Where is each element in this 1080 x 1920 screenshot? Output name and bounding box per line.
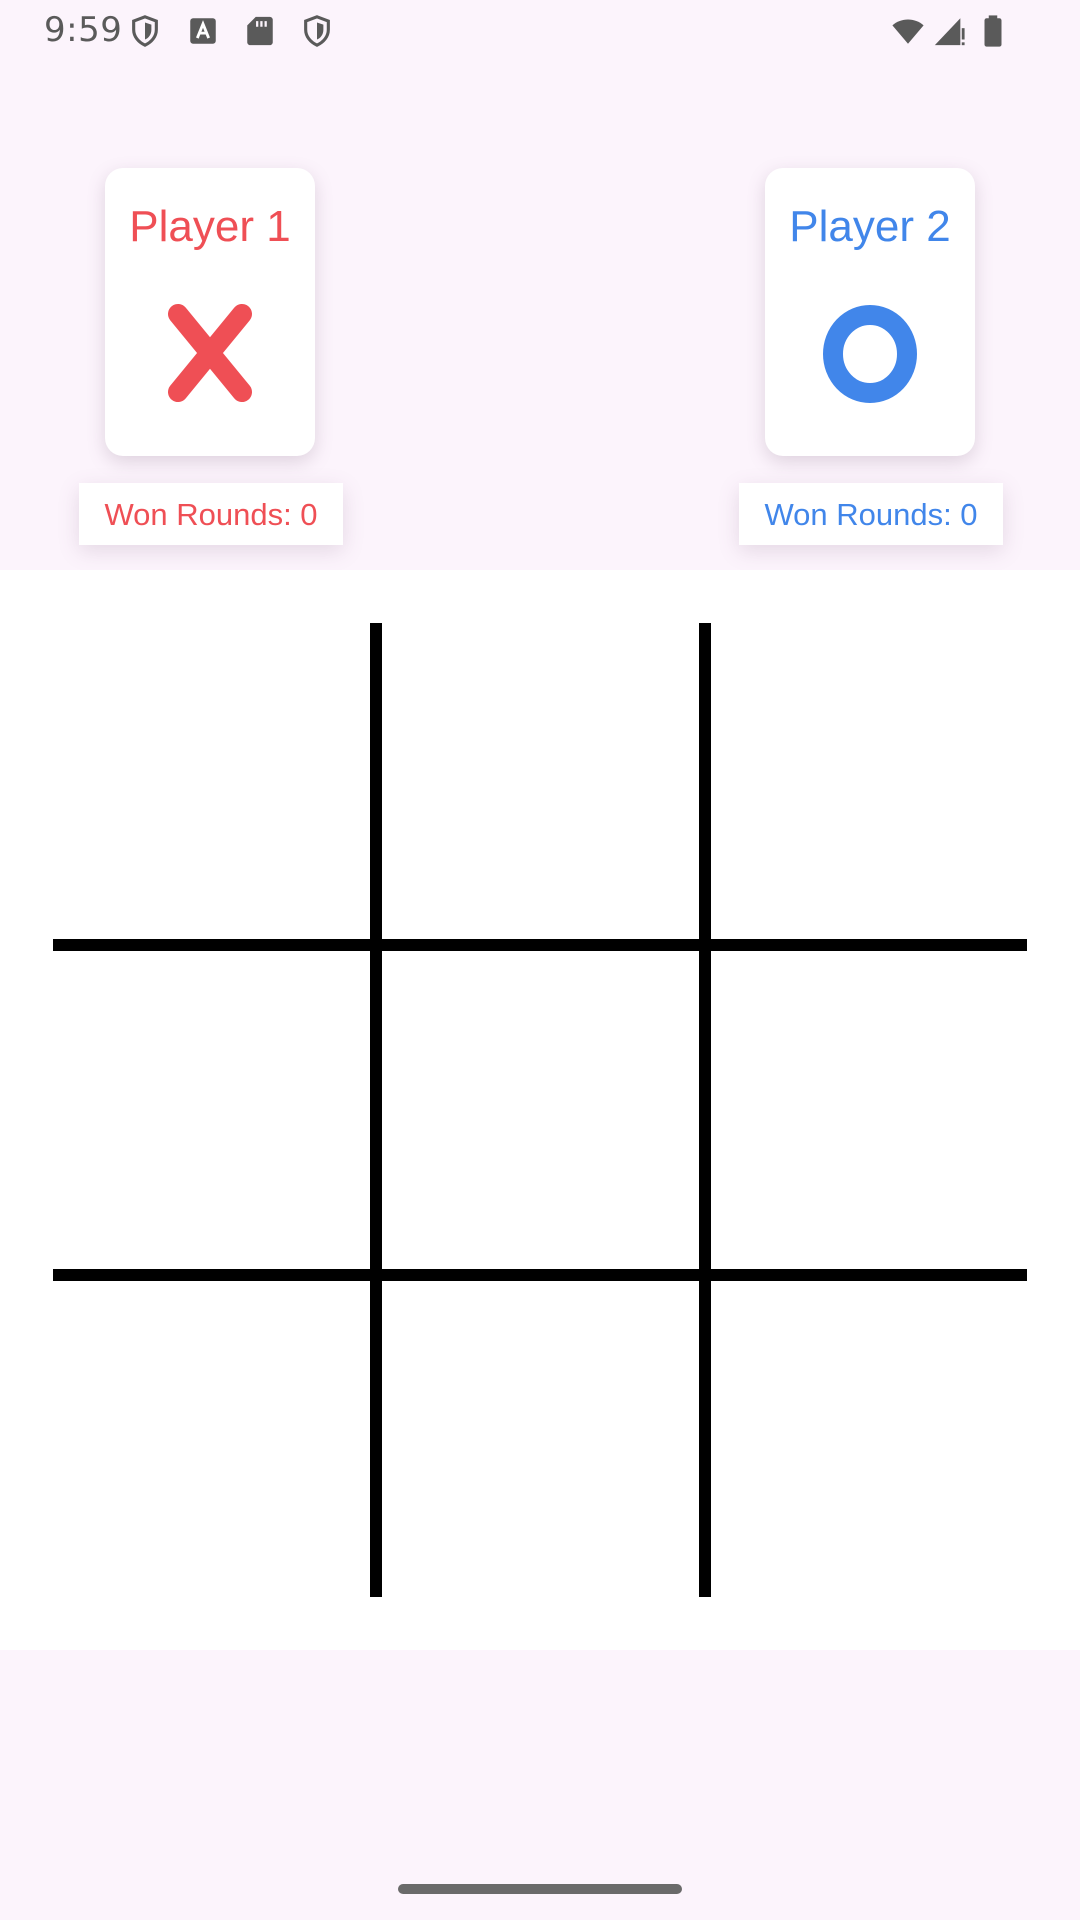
wifi-icon: [888, 14, 928, 48]
board-cell-4[interactable]: [382, 952, 708, 1278]
o-mark-icon: [820, 298, 920, 408]
player-1-name: Player 1: [129, 202, 291, 251]
player-2-card: Player 2: [765, 168, 975, 456]
battery-icon: [980, 14, 1006, 48]
gesture-nav-handle[interactable]: [398, 1884, 682, 1894]
game-board: [0, 570, 1080, 1650]
board-cell-5[interactable]: [711, 952, 1037, 1278]
player-2-won-rounds-label: Won Rounds: 0: [764, 497, 978, 532]
status-bar: 9:59: [0, 0, 1080, 62]
board-cell-3[interactable]: [53, 952, 379, 1278]
shield-icon: [300, 14, 334, 48]
x-mark-icon: [160, 298, 260, 408]
cell-signal-icon: [932, 14, 966, 48]
board-cell-8[interactable]: [711, 1281, 1037, 1607]
player-1-card: Player 1: [105, 168, 315, 456]
status-time: 9:59: [44, 10, 123, 50]
player-1-won-rounds: Won Rounds: 0: [79, 483, 343, 545]
board-cell-6[interactable]: [53, 1281, 379, 1607]
board-cell-0[interactable]: [53, 623, 379, 949]
text-a-icon: [186, 14, 220, 48]
board-cell-1[interactable]: [382, 623, 708, 949]
shield-icon: [128, 14, 162, 48]
board-cell-7[interactable]: [382, 1281, 708, 1607]
player-1-won-rounds-label: Won Rounds: 0: [104, 497, 318, 532]
player-2-name: Player 2: [789, 202, 951, 251]
board-cell-2[interactable]: [711, 623, 1037, 949]
sd-card-icon: [243, 14, 277, 48]
player-2-won-rounds: Won Rounds: 0: [739, 483, 1003, 545]
